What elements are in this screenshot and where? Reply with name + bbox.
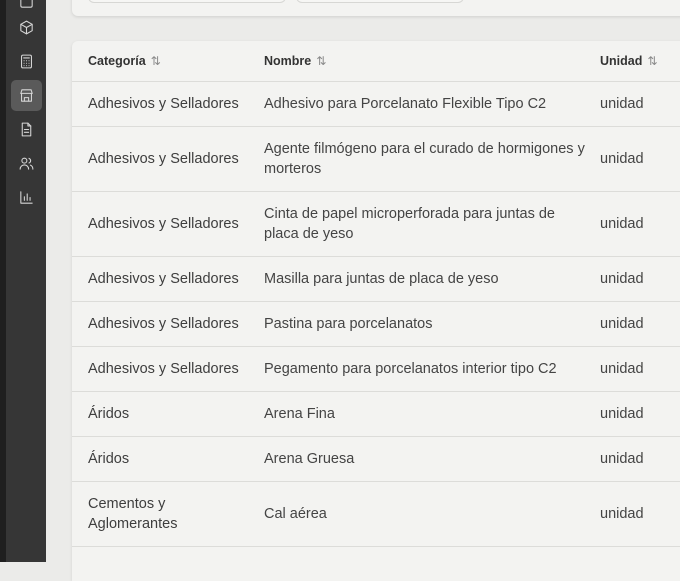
cell-categoria: Adhesivos y Selladores (72, 256, 264, 302)
nombre-text: Arena Gruesa (264, 451, 355, 467)
cell-unidad: unidad (600, 436, 680, 482)
bar-chart-icon (20, 191, 33, 204)
cell-nombre: Cal aérea (264, 481, 600, 547)
document-icon (21, 122, 32, 137)
table-row[interactable]: Adhesivos y Selladores Cinta de papel mi… (72, 191, 680, 257)
filter-bar (72, 0, 680, 16)
table-row[interactable]: Cementos y Aglomerantes Cal aérea unidad (72, 481, 680, 547)
column-label: Categoría (88, 54, 146, 68)
table-row[interactable]: Áridos Arena Fina unidad (72, 391, 680, 437)
nombre-text: Arena Fina (264, 406, 335, 422)
cell-unidad: unidad (600, 126, 680, 192)
calculator-icon (21, 54, 32, 69)
sidebar-item-calculator[interactable] (11, 46, 42, 77)
nombre-text: Cinta de papel microperforada para junta… (264, 206, 555, 242)
cell-nombre: Agente filmógeno para el curado de hormi… (264, 126, 600, 192)
store-icon (20, 89, 33, 102)
box-icon (20, 20, 33, 35)
nombre-text: Agente filmógeno para el curado de hormi… (264, 141, 585, 177)
cell-unidad: unidad (600, 481, 680, 547)
sidebar-item-products[interactable] (11, 12, 42, 43)
cell-nombre: Cinta de papel microperforada para junta… (264, 191, 600, 257)
nombre-text: Adhesivo para Porcelanato Flexible Tipo … (264, 96, 547, 112)
table-row[interactable]: Adhesivos y Selladores Agente filmógeno … (72, 126, 680, 192)
sort-icon[interactable]: ⇅ (316, 54, 326, 68)
column-header-unidad[interactable]: Unidad ⇅ (600, 41, 680, 82)
column-header-categoria[interactable]: Categoría ⇅ (72, 41, 264, 82)
table-row[interactable]: Adhesivos y Selladores Masilla para junt… (72, 256, 680, 302)
products-table: Categoría ⇅ Nombre ⇅ Unidad ⇅ Adhesivos y S… (72, 41, 680, 547)
filter-input-2[interactable] (296, 0, 464, 3)
table-row[interactable]: Adhesivos y Selladores Adhesivo para Por… (72, 81, 680, 127)
products-table-card: Categoría ⇅ Nombre ⇅ Unidad ⇅ Adhesivos y S… (72, 41, 680, 581)
categoria-text: Cementos y Aglomerantes (88, 496, 178, 532)
cell-categoria: Áridos (72, 436, 264, 482)
cell-unidad: unidad (600, 81, 680, 127)
grid-icon (20, 0, 33, 8)
cell-unidad: unidad (600, 191, 680, 257)
cell-unidad: unidad (600, 256, 680, 302)
cell-categoria: Adhesivos y Selladores (72, 126, 264, 192)
cell-nombre: Arena Fina (264, 391, 600, 437)
nombre-text: Masilla para juntas de placa de yeso (264, 271, 499, 287)
sidebar-item-documents[interactable] (11, 114, 42, 145)
table-row[interactable]: Adhesivos y Selladores Pegamento para po… (72, 346, 680, 392)
sidebar-item-users[interactable] (11, 148, 42, 179)
nombre-text: Pegamento para porcelanatos interior tip… (264, 361, 557, 377)
column-label: Unidad (600, 54, 643, 68)
filter-input-1[interactable] (88, 0, 286, 3)
main-content: Categoría ⇅ Nombre ⇅ Unidad ⇅ Adhesivos y S… (46, 0, 680, 581)
table-row[interactable]: Áridos Arena Gruesa unidad (72, 436, 680, 482)
table-row[interactable]: Adhesivos y Selladores Pastina para porc… (72, 301, 680, 347)
cell-nombre: Pastina para porcelanatos (264, 301, 600, 347)
column-label: Nombre (264, 54, 312, 68)
cell-nombre: Arena Gruesa (264, 436, 600, 482)
sort-icon[interactable]: ⇅ (647, 54, 657, 68)
cell-categoria: Adhesivos y Selladores (72, 191, 264, 257)
table-header-row: Categoría ⇅ Nombre ⇅ Unidad ⇅ (72, 41, 680, 82)
cell-unidad: unidad (600, 391, 680, 437)
nombre-text: Cal aérea (264, 506, 327, 522)
cell-categoria: Áridos (72, 391, 264, 437)
sidebar (6, 0, 46, 562)
cell-nombre: Adhesivo para Porcelanato Flexible Tipo … (264, 81, 600, 127)
sort-icon[interactable]: ⇅ (151, 54, 161, 68)
cell-categoria: Adhesivos y Selladores (72, 301, 264, 347)
cell-categoria: Cementos y Aglomerantes (72, 481, 264, 547)
sidebar-item-reports[interactable] (11, 182, 42, 213)
column-header-nombre[interactable]: Nombre ⇅ (264, 41, 600, 82)
nombre-text: Pastina para porcelanatos (264, 316, 433, 332)
sidebar-item-store[interactable] (11, 80, 42, 111)
cell-categoria: Adhesivos y Selladores (72, 346, 264, 392)
cell-unidad: unidad (600, 346, 680, 392)
cell-nombre: Pegamento para porcelanatos interior tip… (264, 346, 600, 392)
cell-categoria: Adhesivos y Selladores (72, 81, 264, 127)
cell-unidad: unidad (600, 301, 680, 347)
users-icon (19, 157, 34, 170)
cell-nombre: Masilla para juntas de placa de yeso (264, 256, 600, 302)
